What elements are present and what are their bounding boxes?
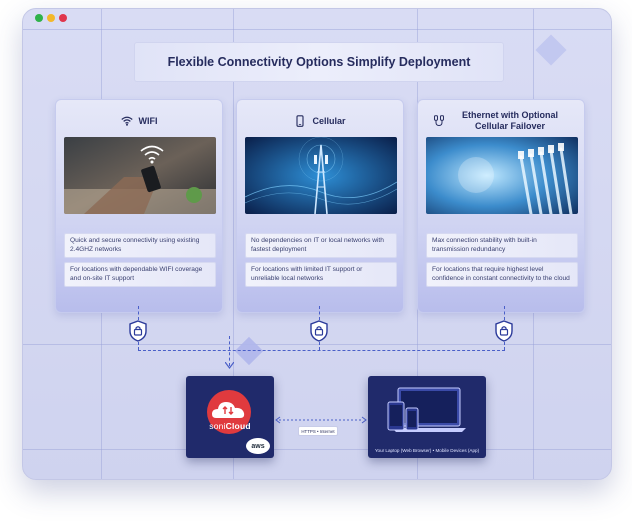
connector-line [504, 342, 505, 350]
connector-line [319, 306, 320, 320]
aws-label: aws [251, 442, 265, 450]
decorative-diamond [535, 34, 567, 66]
brand-right: Cloud [225, 421, 251, 431]
card-heading: WIFI [56, 106, 222, 136]
card-point: No dependencies on IT or local networks … [245, 233, 397, 259]
card-ethernet: Ethernet with Optional Cellular Failover [417, 99, 585, 313]
devices-icon [387, 387, 466, 432]
connector-line [138, 342, 139, 350]
wifi-photo [64, 137, 216, 214]
connector-line [138, 306, 139, 320]
sonicloud-wordmark: soniCloud [186, 421, 274, 431]
cell-tower-photo [245, 137, 397, 214]
grid-line [23, 449, 611, 450]
aws-badge: aws [246, 438, 270, 454]
window-titlebar [23, 9, 611, 29]
page-title: Flexible Connectivity Options Simplify D… [134, 42, 504, 82]
window-minimize-button[interactable] [47, 14, 55, 22]
connector-bus [138, 350, 505, 351]
lock-shield-icon [310, 320, 328, 342]
grid-line [23, 344, 611, 345]
brand-left: soni [209, 421, 226, 431]
grid-line [23, 29, 611, 30]
lock-shield-icon [495, 320, 513, 342]
phone-icon [296, 115, 305, 127]
devices-caption: Your Laptop (Web Browser) • Mobile Devic… [374, 448, 480, 453]
card-point: Max connection stability with built-in t… [426, 233, 578, 259]
connector-line [504, 306, 505, 320]
decorative-diamond [234, 336, 264, 366]
ethernet-icon [434, 115, 444, 126]
card-heading: Cellular [237, 106, 403, 136]
devices-box: Your Laptop (Web Browser) • Mobile Devic… [368, 376, 486, 458]
wifi-icon [120, 116, 133, 126]
lock-shield-icon [129, 320, 147, 342]
card-heading-label: Cellular [312, 115, 346, 126]
card-point: For locations with dependable WIFI cover… [64, 262, 216, 288]
sonicloud-box: soniCloud aws [186, 376, 274, 458]
connector-line [319, 342, 320, 350]
card-point: For locations with limited IT support or… [245, 262, 397, 288]
arrow-down-icon [225, 362, 234, 369]
card-point: For locations that require highest level… [426, 262, 578, 288]
ethernet-cables-photo [426, 137, 578, 214]
card-cellular: Cellular No dependencies on IT or local … [236, 99, 404, 313]
bidirectional-arrow-icon [275, 416, 367, 424]
window-close-button[interactable] [59, 14, 67, 22]
card-point: Quick and secure connectivity using exis… [64, 233, 216, 259]
card-heading-label: Ethernet with Optional Cellular Failover [462, 110, 558, 131]
window-maximize-button[interactable] [35, 14, 43, 22]
card-wifi: WIFI Quick and secure connectivity using… [55, 99, 223, 313]
https-label: HTTPS • Internet [298, 426, 338, 436]
card-heading-label: WIFI [138, 115, 158, 126]
card-heading: Ethernet with Optional Cellular Failover [418, 106, 584, 136]
